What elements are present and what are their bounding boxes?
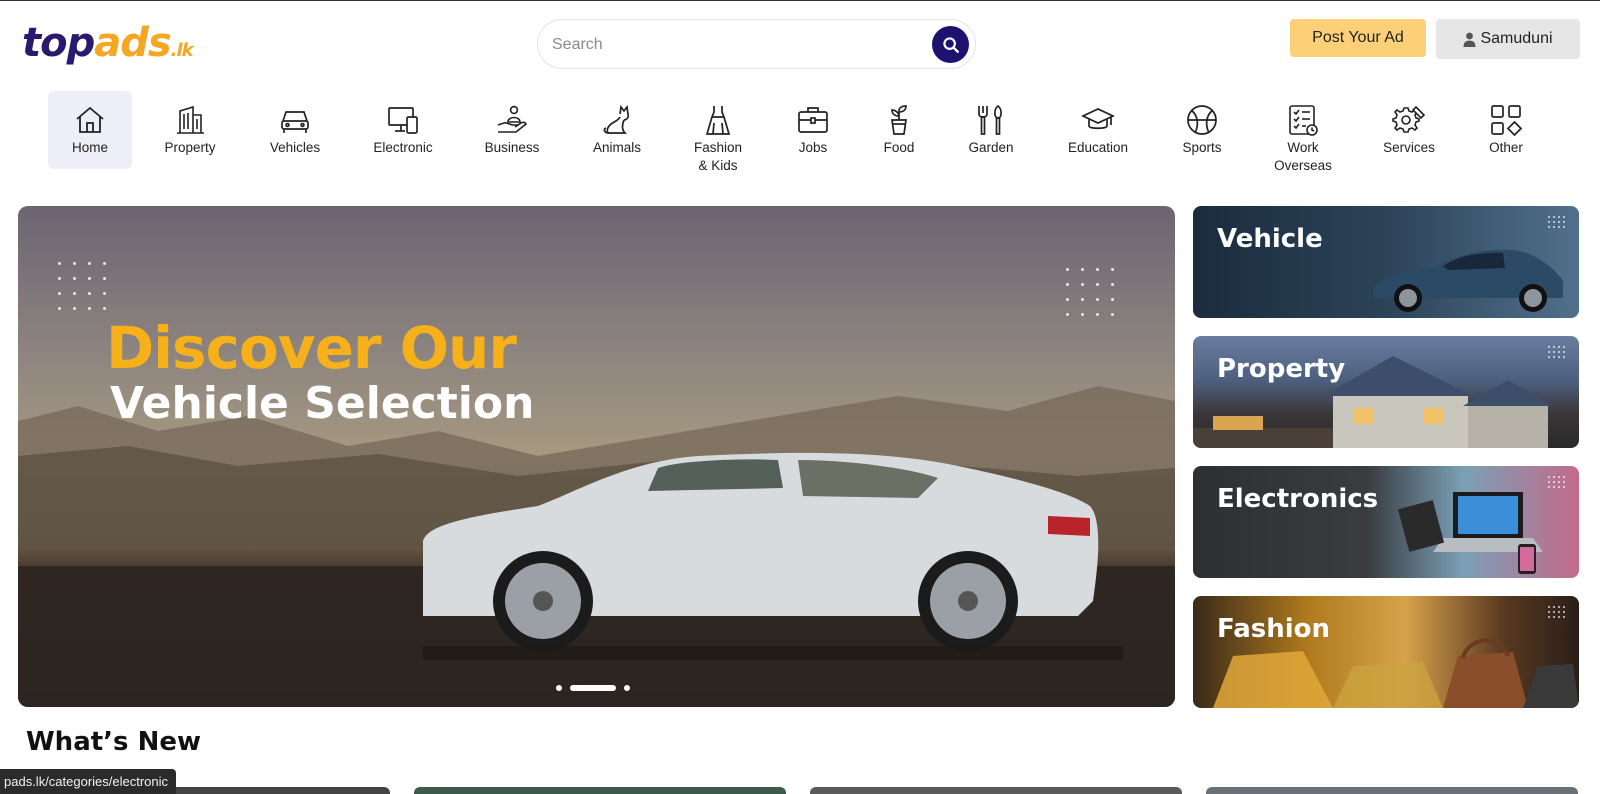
decor-dots [1548, 346, 1565, 358]
logo-part-lk: .lk [170, 40, 194, 61]
hand-person-icon [497, 105, 528, 133]
category-label: Business [484, 140, 540, 155]
side-card-fashion[interactable]: Fashion [1193, 596, 1579, 708]
devices-icon [388, 107, 418, 134]
whats-new-card-2[interactable] [414, 787, 786, 794]
side-card-electronics[interactable]: Electronics [1193, 466, 1579, 578]
carousel-dot-2[interactable] [570, 685, 616, 691]
garden-tools-icon [978, 104, 1002, 135]
category-electronic[interactable]: Electronic [361, 91, 445, 157]
category-sports[interactable]: Sports [1160, 91, 1244, 157]
building-icon [177, 105, 204, 134]
vehicle-card-car [1373, 249, 1563, 312]
category-work-overseas[interactable]: Work Overseas [1261, 91, 1345, 175]
category-label: Jobs [798, 140, 828, 155]
checklist-icon [1289, 105, 1318, 136]
category-label: Services [1383, 140, 1435, 155]
category-business[interactable]: Business [470, 91, 554, 157]
category-label: Food [883, 140, 915, 155]
banner-scenery [18, 386, 1175, 707]
logo-part-top: top [22, 20, 95, 66]
fashion-card-bags [1213, 638, 1579, 708]
user-icon [1463, 32, 1476, 47]
search-button[interactable] [932, 26, 969, 63]
basketball-icon [1187, 105, 1217, 135]
gear-wrench-icon [1392, 105, 1426, 133]
category-animals[interactable]: Animals [575, 91, 659, 157]
side-card-title: Property [1217, 354, 1346, 384]
category-label: Garden [968, 140, 1014, 155]
home-icon [76, 106, 104, 133]
car-icon [281, 111, 309, 133]
category-label: Work [1287, 140, 1319, 155]
post-ad-label: Post Your Ad [1312, 29, 1404, 46]
whats-new-card-3[interactable] [810, 787, 1182, 794]
category-home[interactable]: Home [48, 91, 132, 169]
side-card-property[interactable]: Property [1193, 336, 1579, 448]
category-fashion-kids[interactable]: Fashion & Kids [676, 91, 760, 175]
page: topads.lk Post Your Ad Samuduni [0, 0, 1600, 794]
logo-part-ads: ads [94, 20, 171, 66]
side-card-vehicle[interactable]: Vehicle [1193, 206, 1579, 318]
category-label: Vehicles [269, 140, 321, 155]
category-label: Animals [592, 140, 641, 155]
decor-dots [1548, 216, 1565, 228]
grid-shapes-icon [1491, 105, 1523, 137]
side-card-title: Fashion [1217, 614, 1331, 644]
category-label: Home [71, 140, 108, 155]
cat-icon [603, 104, 630, 134]
site-logo[interactable]: topads.lk [22, 19, 194, 75]
search-bar [537, 19, 976, 69]
category-label: Sports [1182, 140, 1222, 155]
category-label: Electronic [373, 140, 433, 155]
category-property[interactable]: Property [148, 91, 232, 157]
carousel-dot-1[interactable] [556, 685, 562, 691]
category-services[interactable]: Services [1367, 91, 1451, 157]
carousel-dot-3[interactable] [624, 685, 630, 691]
category-label: Fashion [693, 140, 743, 155]
briefcase-icon [798, 107, 828, 133]
banner-heading-line1: Discover Our [106, 314, 517, 382]
category-jobs[interactable]: Jobs [771, 91, 855, 157]
hero-banner[interactable]: Discover Our Vehicle Selection [18, 206, 1175, 707]
search-icon [942, 36, 959, 53]
electronics-card-devices [1397, 492, 1543, 574]
category-education[interactable]: Education [1056, 91, 1140, 157]
dress-icon [705, 106, 731, 135]
decor-dots-left [58, 262, 106, 310]
category-garden[interactable]: Garden [949, 91, 1033, 157]
category-nav: Home Property Vehicles Electronic Busine… [0, 91, 1600, 191]
search-input[interactable] [552, 32, 912, 58]
side-card-title: Vehicle [1217, 224, 1323, 254]
side-card-title: Electronics [1217, 484, 1379, 514]
graduation-cap-icon [1081, 108, 1115, 130]
category-label: Property [164, 140, 216, 155]
category-label-line2: Overseas [1274, 158, 1332, 173]
user-name: Samuduni [1480, 30, 1553, 47]
category-label: Education [1067, 140, 1129, 155]
whats-new-card-4[interactable] [1206, 787, 1578, 794]
decor-dots [1548, 606, 1565, 618]
decor-dots [1548, 476, 1565, 488]
carousel-indicators [556, 685, 630, 691]
user-menu-button[interactable]: Samuduni [1436, 19, 1580, 59]
category-label: Other [1489, 140, 1523, 155]
category-food[interactable]: Food [857, 91, 941, 157]
category-label-line2: & Kids [698, 158, 738, 173]
whats-new-heading: What’s New [26, 727, 201, 757]
header: topads.lk Post Your Ad Samuduni [0, 1, 1600, 89]
browser-status-url: pads.lk/categories/electronic [0, 769, 177, 794]
post-ad-button[interactable]: Post Your Ad [1290, 19, 1426, 57]
category-vehicles[interactable]: Vehicles [253, 91, 337, 157]
plant-pot-icon [891, 105, 907, 135]
decor-dots-right [1066, 268, 1114, 316]
banner-heading-line2: Vehicle Selection [110, 378, 535, 429]
category-other[interactable]: Other [1464, 91, 1548, 157]
